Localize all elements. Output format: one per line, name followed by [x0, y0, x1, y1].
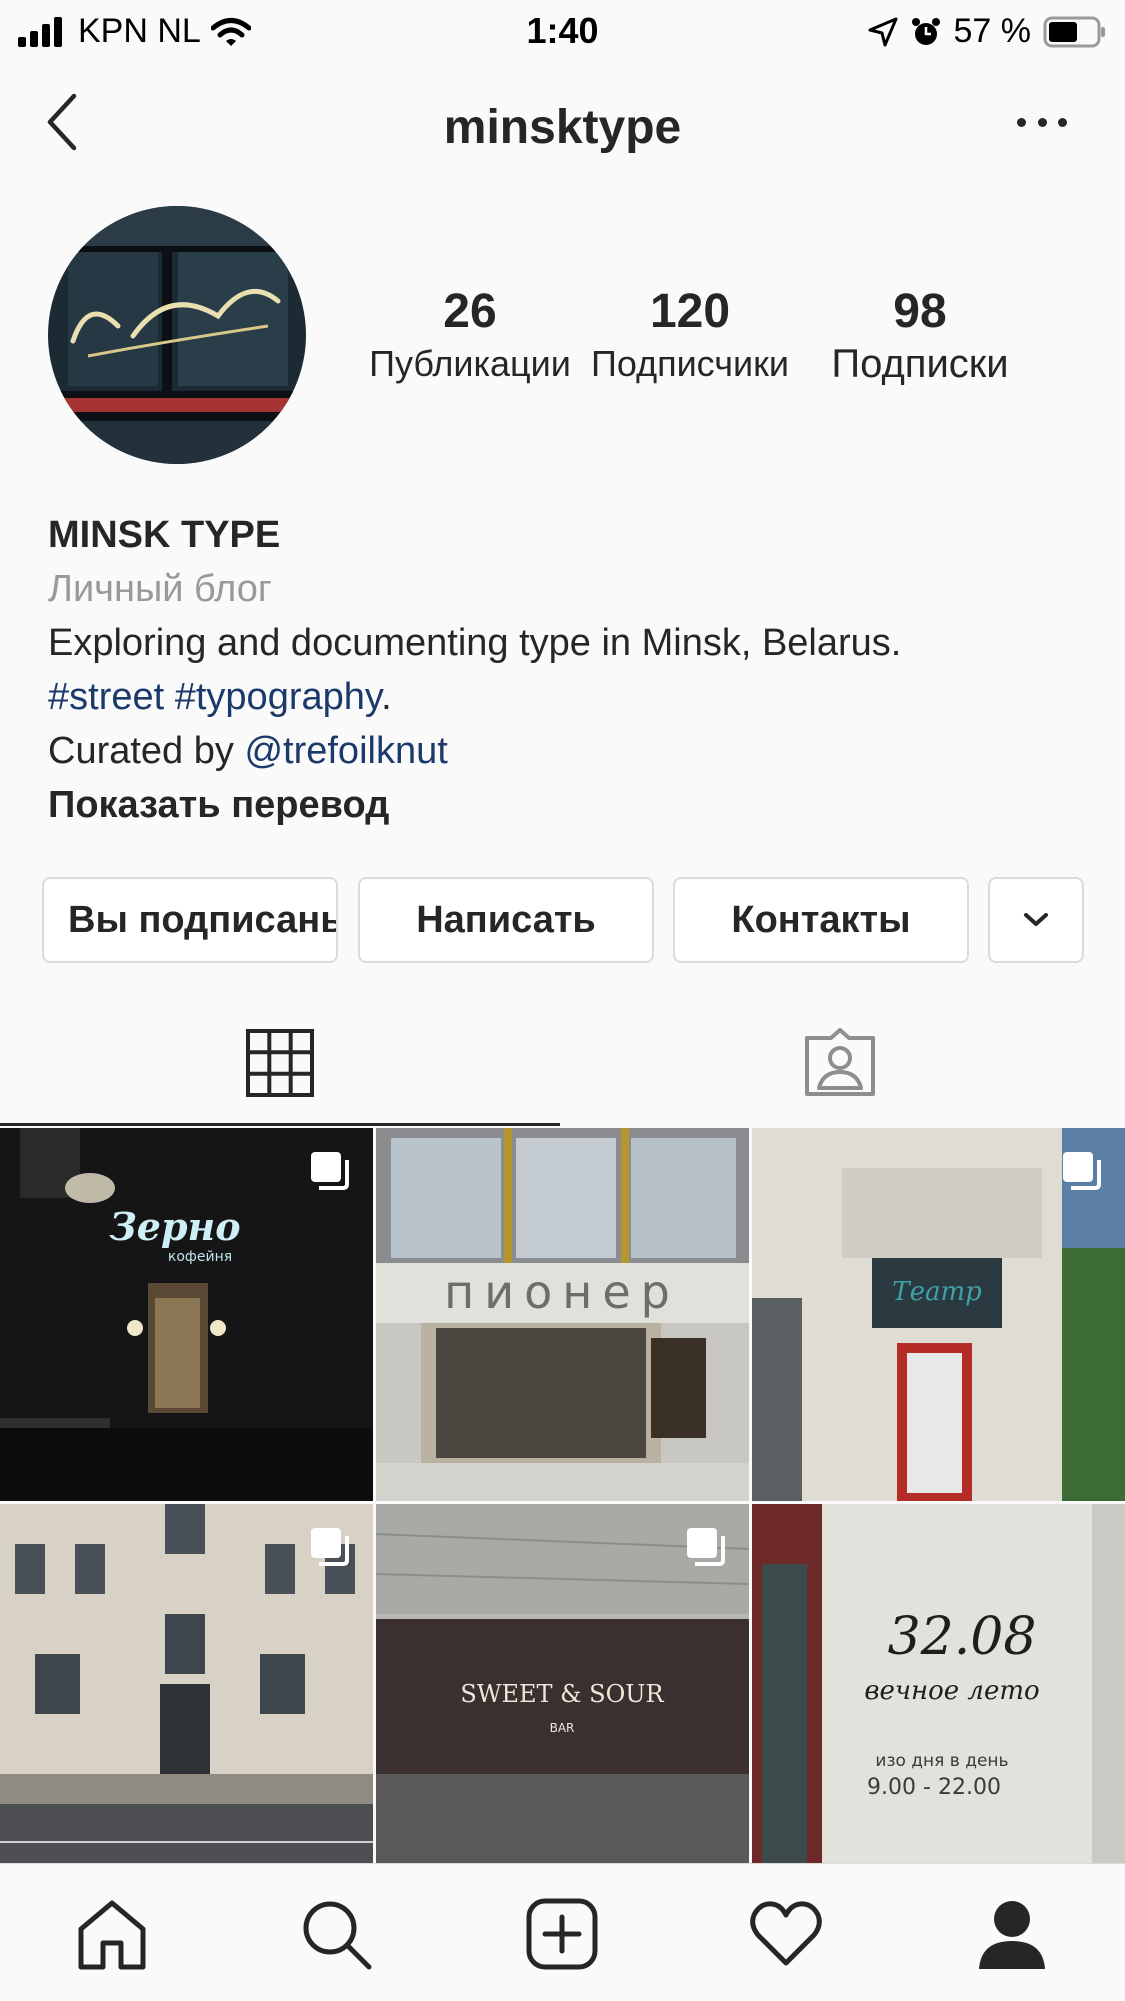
post-tile[interactable]: SWEET & SOUR BAR	[376, 1504, 749, 1877]
carousel-icon	[1063, 1152, 1101, 1190]
new-post-icon	[526, 1898, 598, 1970]
post-tile[interactable]: 32.08 вечное лето изо дня в день 9.00 - …	[752, 1504, 1125, 1877]
profile-header-bar: minsktype	[0, 62, 1125, 192]
profile-bio: MINSK TYPE Личный блог Exploring and doc…	[48, 508, 1088, 832]
bio-hashtags: #street #typography.	[48, 670, 1088, 724]
home-icon	[78, 1900, 146, 1970]
tab-grid[interactable]	[0, 1000, 560, 1126]
post-tile[interactable]	[0, 1504, 373, 1877]
posts-count: 26	[443, 285, 497, 338]
alarm-icon	[911, 17, 940, 45]
tab-tagged[interactable]	[560, 1000, 1120, 1126]
battery-icon	[1043, 16, 1105, 47]
more-dot	[1037, 117, 1047, 127]
following-label: Подписки	[831, 342, 1009, 386]
suggestions-dropdown-button[interactable]	[988, 877, 1084, 963]
username-title: minsktype	[443, 101, 682, 154]
chevron-down-icon	[1024, 913, 1048, 926]
show-translation-link[interactable]: Показать перевод	[48, 778, 1088, 832]
tile-hours: 9.00 - 22.00	[867, 1775, 1001, 1800]
tagged-person-icon	[805, 1028, 875, 1096]
curated-prefix: Curated by	[48, 730, 245, 772]
avatar-image	[48, 206, 306, 464]
search-icon	[303, 1901, 372, 1970]
battery-percent: 57 %	[953, 12, 1032, 50]
post-tile[interactable]: Театр	[752, 1128, 1125, 1501]
stat-following[interactable]: 98 Подписки	[800, 282, 1040, 386]
tile-sign-subtext: кофейня	[168, 1249, 232, 1265]
post-tile[interactable]: Зерно кофейня	[0, 1128, 373, 1501]
status-bar: KPN NL 1:40 57 %	[0, 0, 1125, 62]
more-options-button[interactable]	[1017, 102, 1067, 142]
following-button[interactable]: Вы подписаны	[42, 877, 338, 963]
post-photo: 32.08 вечное лето изо дня в день 9.00 - …	[752, 1504, 1125, 1877]
tile-sign-text: Театр	[892, 1277, 982, 1307]
bio-period: .	[381, 676, 392, 718]
curator-mention-link[interactable]: @trefoilknut	[244, 730, 447, 772]
profile-avatar[interactable]	[48, 206, 306, 464]
tile-sign-text: 32.08	[888, 1607, 1037, 1667]
message-button[interactable]: Написать	[358, 877, 654, 963]
carousel-icon	[687, 1528, 725, 1566]
post-tile[interactable]: пионер	[376, 1128, 749, 1501]
activity-heart-icon	[750, 1901, 822, 1966]
profile-name: MINSK TYPE	[48, 514, 281, 556]
carousel-icon	[311, 1152, 349, 1190]
profile-category: Личный блог	[48, 568, 272, 610]
more-dot	[1017, 117, 1026, 127]
bio-curated: Curated by @trefoilknut	[48, 724, 1088, 778]
profile-icon	[979, 1901, 1045, 1969]
followers-label: Подписчики	[590, 343, 790, 384]
tile-sign-text: Зерно	[109, 1204, 240, 1249]
tile-sign-text: пионер	[444, 1265, 680, 1319]
profile-stats: 26 Публикации 120 Подписчики 98 Подписки	[360, 282, 1080, 386]
stat-followers[interactable]: 120 Подписчики	[580, 282, 800, 386]
grid-icon	[246, 1029, 314, 1097]
tile-sign-subtext: вечное лето	[864, 1676, 1039, 1706]
active-tab-indicator	[0, 1123, 560, 1126]
new-post-tab[interactable]	[522, 1894, 602, 1974]
bottom-tab-bar	[0, 1863, 1125, 2001]
more-dot	[1058, 117, 1067, 127]
search-tab[interactable]	[296, 1894, 376, 1974]
location-arrow-icon	[868, 17, 897, 46]
following-count: 98	[893, 285, 947, 338]
contacts-button[interactable]: Контакты	[673, 877, 969, 963]
hashtag-street-link[interactable]: #street	[48, 676, 164, 718]
activity-tab[interactable]	[746, 1894, 826, 1974]
profile-content-tabs	[0, 1000, 1125, 1126]
tile-sign-text: SWEET & SOUR	[460, 1680, 664, 1708]
stat-posts[interactable]: 26 Публикации	[360, 282, 580, 386]
bio-text: Exploring and documenting type in Minsk,…	[48, 622, 902, 664]
home-tab[interactable]	[72, 1894, 152, 1974]
tile-sign-subtext: BAR	[550, 1721, 575, 1735]
post-photo: пионер	[376, 1128, 749, 1501]
posts-label: Публикации	[369, 343, 571, 384]
followers-count: 120	[649, 285, 731, 338]
hashtag-typography-link[interactable]: #typography	[175, 676, 381, 718]
carousel-icon	[311, 1528, 349, 1566]
profile-tab[interactable]	[972, 1894, 1052, 1974]
tile-hours-label: изо дня в день	[875, 1751, 1008, 1771]
